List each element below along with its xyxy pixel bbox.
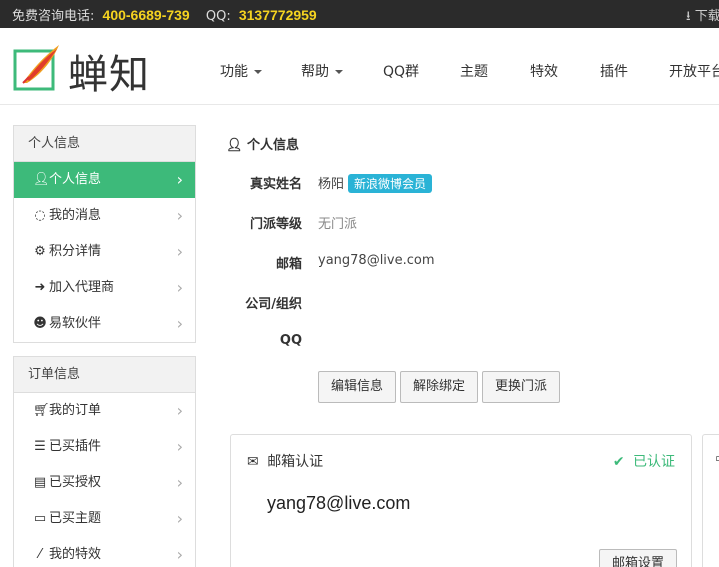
email-card-title: ✉ 邮箱认证 bbox=[247, 451, 323, 471]
chevron-right-icon: › bbox=[176, 545, 183, 564]
comments-icon: ◌ bbox=[34, 208, 46, 223]
nav-themes[interactable]: 主题 bbox=[460, 61, 488, 81]
user-icon: 👤︎ bbox=[33, 172, 50, 187]
member-badge: 新浪微博会员 bbox=[348, 174, 433, 193]
email-value: yang78@live.com bbox=[318, 253, 435, 268]
sidebar-item-partners[interactable]: ☻ 易软伙伴 › bbox=[14, 306, 195, 342]
chevron-right-icon: › bbox=[176, 509, 183, 528]
sect-label: 门派等级 bbox=[249, 217, 302, 232]
card-email-value: yang78@live.com bbox=[267, 493, 411, 513]
chevron-right-icon: › bbox=[176, 401, 183, 420]
phone-number[interactable]: 400-6689-739 bbox=[103, 7, 190, 23]
verified-status-text: 已认证 bbox=[633, 454, 675, 470]
nav-effects[interactable]: 特效 bbox=[530, 61, 558, 81]
sidebar-item-label: 积分详情 bbox=[49, 244, 102, 259]
sidebar-item-label: 个人信息 bbox=[49, 172, 102, 187]
sidebar-item-orders[interactable]: 🛒︎我的订单 › bbox=[14, 393, 195, 429]
sidebar-item-label: 我的消息 bbox=[49, 208, 102, 223]
sign-in-icon: ➜ bbox=[34, 280, 46, 295]
real-name-text: 杨阳 bbox=[318, 177, 345, 192]
user-icon: 👤︎ bbox=[226, 138, 243, 153]
group-icon: ☻ bbox=[33, 316, 47, 331]
sidebar-item-plugins[interactable]: ☰ 已买插件 › bbox=[14, 429, 195, 465]
gear-icon: ⚙ bbox=[34, 244, 46, 259]
nav-label: 功能 bbox=[220, 64, 248, 80]
chevron-right-icon: › bbox=[176, 278, 183, 297]
chevron-right-icon: › bbox=[176, 473, 183, 492]
download-icon: ⭳ bbox=[686, 9, 691, 24]
nav-qq-group[interactable]: QQ群 bbox=[383, 61, 419, 81]
sidebar-item-label: 已买插件 bbox=[49, 439, 102, 454]
card-icon: ▭ bbox=[715, 451, 719, 466]
unbind-button[interactable]: 解除绑定 bbox=[400, 371, 478, 403]
change-sect-button[interactable]: 更换门派 bbox=[482, 371, 560, 403]
chevron-right-icon: › bbox=[176, 314, 183, 333]
real-name-value: 杨阳 新浪微博会员 bbox=[318, 173, 433, 193]
license-icon: ▤ bbox=[33, 475, 47, 490]
top-bar: 免费咨询电话: 400-6689-739 QQ: 3137772959 ⭳ 下载 bbox=[0, 0, 719, 28]
inbox-icon: ▭ bbox=[33, 511, 47, 526]
sidebar-item-messages[interactable]: ◌ 我的消息 › bbox=[14, 198, 195, 234]
download-label: 下载 bbox=[694, 9, 719, 24]
logo-text[interactable]: 蝉知 bbox=[68, 42, 150, 100]
sidebar-orders-panel: 订单信息 🛒︎我的订单 › ☰ 已买插件 › ▤ 已买授权 › ▭ 已买主题 › ⁄ 我… bbox=[13, 356, 196, 567]
nav-features[interactable]: 功能 bbox=[220, 61, 262, 81]
sidebar-item-themes[interactable]: ▭ 已买主题 › bbox=[14, 501, 195, 537]
sidebar-item-label: 已买授权 bbox=[49, 475, 102, 490]
email-settings-button[interactable]: 邮箱设置 bbox=[599, 549, 677, 567]
sidebar-item-profile[interactable]: 👤︎个人信息 › bbox=[14, 162, 195, 198]
chevron-right-icon: › bbox=[176, 206, 183, 225]
qq-number[interactable]: 3137772959 bbox=[239, 7, 317, 23]
sidebar-item-agent[interactable]: ➜ 加入代理商 › bbox=[14, 270, 195, 306]
sidebar-item-label: 已买主题 bbox=[49, 511, 102, 526]
sidebar-item-points[interactable]: ⚙ 积分详情 › bbox=[14, 234, 195, 270]
sidebar-item-label: 加入代理商 bbox=[49, 280, 115, 295]
site-header: 蝉知 功能 帮助 QQ群 主题 特效 插件 开放平台 bbox=[0, 28, 719, 105]
chevron-right-icon: › bbox=[176, 170, 183, 189]
qq-label: QQ bbox=[279, 333, 302, 348]
sidebar-personal-title: 个人信息 bbox=[14, 126, 195, 162]
qq-label: QQ: bbox=[205, 9, 231, 24]
sidebar-item-label: 我的特效 bbox=[49, 547, 102, 562]
real-name-label: 真实姓名 bbox=[249, 177, 302, 192]
verified-status: ✔ 已认证 bbox=[613, 451, 675, 471]
check-icon: ✔ bbox=[612, 454, 625, 470]
contact-info: 免费咨询电话: 400-6689-739 QQ: 3137772959 bbox=[12, 5, 317, 24]
email-label: 邮箱 bbox=[275, 257, 302, 272]
magic-icon: ⁄ bbox=[38, 547, 42, 562]
chevron-down-icon bbox=[254, 70, 262, 74]
profile-section-title: 👤︎ 个人信息 bbox=[226, 134, 299, 153]
sidebar-orders-title: 订单信息 bbox=[14, 357, 195, 393]
list-icon: ☰ bbox=[34, 439, 46, 454]
sidebar-item-licenses[interactable]: ▤ 已买授权 › bbox=[14, 465, 195, 501]
secondary-card: ▭ bbox=[702, 434, 719, 567]
sidebar-item-effects[interactable]: ⁄ 我的特效 › bbox=[14, 537, 195, 567]
logo-icon[interactable] bbox=[13, 43, 61, 93]
sect-value: 无门派 bbox=[318, 217, 358, 232]
email-card-title-text: 邮箱认证 bbox=[267, 454, 324, 470]
nav-label: 帮助 bbox=[301, 64, 329, 80]
sidebar-item-label: 我的订单 bbox=[49, 403, 102, 418]
phone-label: 免费咨询电话: bbox=[12, 9, 95, 24]
email-verify-card: ✉ 邮箱认证 ✔ 已认证 yang78@live.com 邮箱设置 bbox=[230, 434, 692, 567]
envelope-icon: ✉ bbox=[247, 454, 259, 470]
company-label: 公司/组织 bbox=[245, 297, 302, 312]
download-link[interactable]: ⭳ 下载 bbox=[686, 5, 719, 29]
chevron-right-icon: › bbox=[176, 242, 183, 261]
nav-open-platform[interactable]: 开放平台 bbox=[669, 61, 719, 81]
edit-info-button[interactable]: 编辑信息 bbox=[318, 371, 396, 403]
nav-help[interactable]: 帮助 bbox=[301, 61, 343, 81]
chevron-right-icon: › bbox=[176, 437, 183, 456]
chevron-down-icon bbox=[335, 70, 343, 74]
profile-title-text: 个人信息 bbox=[247, 138, 300, 153]
sidebar-personal-panel: 个人信息 👤︎个人信息 › ◌ 我的消息 › ⚙ 积分详情 › ➜ 加入代理商 › ☻… bbox=[13, 125, 196, 343]
cart-icon: 🛒︎ bbox=[33, 403, 50, 418]
nav-plugins[interactable]: 插件 bbox=[600, 61, 628, 81]
sidebar-item-label: 易软伙伴 bbox=[49, 316, 102, 331]
